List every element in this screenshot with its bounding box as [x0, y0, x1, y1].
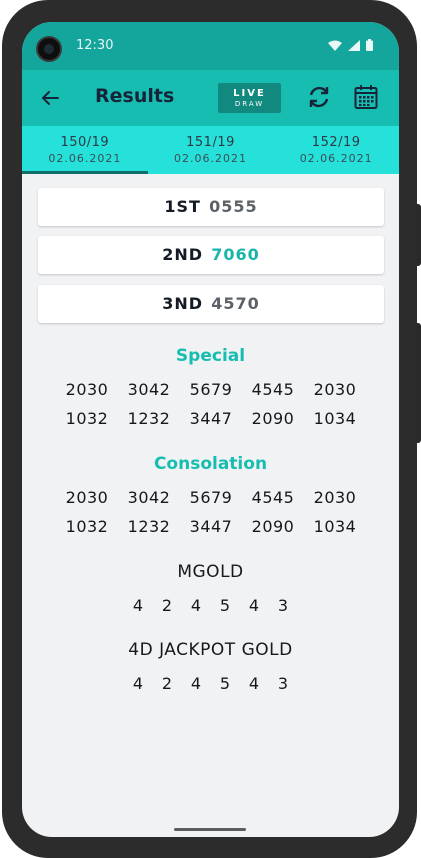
prize-card-second: 2ND 7060	[38, 236, 384, 274]
mgold-digits: 4 2 4 5 4 3	[22, 596, 399, 615]
consolation-number: 3042	[127, 488, 171, 507]
live-draw-button[interactable]: LIVE DRAW	[218, 83, 281, 113]
consolation-number: 1034	[313, 517, 357, 536]
prize-number: 7060	[211, 245, 260, 264]
battery-icon	[366, 39, 373, 51]
wifi-icon	[328, 40, 342, 51]
mgold-digit: 3	[277, 596, 289, 615]
mgold-digit: 4	[248, 596, 260, 615]
consolation-number: 5679	[189, 488, 233, 507]
tab-draw-date: 02.06.2021	[299, 152, 373, 165]
jackpot-digit: 4	[132, 674, 144, 693]
special-number: 2030	[65, 380, 109, 399]
jackpot-digit: 2	[161, 674, 173, 693]
phone-frame: 12:30 Results LIVE DRAW 150/19 02.06.202…	[2, 0, 417, 858]
consolation-number: 2030	[65, 488, 109, 507]
special-number: 5679	[189, 380, 233, 399]
prize-number: 0555	[209, 197, 258, 216]
tab-draw-2[interactable]: 151/19 02.06.2021	[148, 126, 274, 174]
refresh-icon[interactable]	[306, 84, 332, 110]
tab-draw-number: 150/19	[60, 135, 110, 150]
screen: 12:30 Results LIVE DRAW 150/19 02.06.202…	[22, 22, 399, 837]
special-number: 2030	[313, 380, 357, 399]
status-time: 12:30	[76, 38, 114, 53]
signal-icon	[348, 39, 360, 51]
tab-draw-date: 02.06.2021	[48, 152, 122, 165]
tab-draw-date: 02.06.2021	[174, 152, 247, 165]
home-indicator[interactable]	[174, 828, 246, 831]
page-title: Results	[95, 85, 175, 107]
jackpot-digit: 4	[190, 674, 202, 693]
consolation-title: Consolation	[153, 454, 268, 474]
consolation-number: 1232	[127, 517, 171, 536]
special-number: 1232	[127, 409, 171, 428]
jackpot-digit: 4	[248, 674, 260, 693]
prize-card-third: 3ND 4570	[38, 285, 384, 323]
draw-tabs: 150/19 02.06.2021 151/19 02.06.2021 152/…	[22, 126, 399, 174]
special-title: Special	[175, 346, 246, 366]
jackpot-digit: 5	[219, 674, 231, 693]
tab-draw-number: 151/19	[186, 135, 235, 150]
tab-draw-3[interactable]: 152/19 02.06.2021	[273, 126, 399, 174]
app-bar: Results LIVE DRAW	[22, 70, 399, 126]
consolation-numbers: 2030 3042 5679 4545 2030 1032 1232 3447 …	[56, 488, 366, 536]
jackpot-digits: 4 2 4 5 4 3	[22, 674, 399, 693]
consolation-number: 4545	[251, 488, 295, 507]
prize-number: 4570	[211, 294, 260, 313]
mgold-digit: 4	[190, 596, 202, 615]
prize-label: 3ND	[162, 294, 204, 313]
live-draw-sublabel: DRAW	[234, 100, 265, 108]
prize-label: 1ST	[164, 197, 201, 216]
consolation-number: 2090	[251, 517, 295, 536]
special-number: 3447	[189, 409, 233, 428]
back-arrow-icon[interactable]	[38, 86, 62, 110]
consolation-number: 3447	[189, 517, 233, 536]
special-number: 3042	[127, 380, 171, 399]
status-bar: 12:30	[22, 22, 399, 70]
consolation-number: 1032	[65, 517, 109, 536]
tab-draw-1[interactable]: 150/19 02.06.2021	[22, 126, 148, 174]
status-icons	[328, 39, 373, 51]
front-camera	[36, 36, 62, 62]
special-number: 1032	[65, 409, 109, 428]
special-number: 2090	[251, 409, 295, 428]
special-number: 1034	[313, 409, 357, 428]
mgold-digit: 4	[132, 596, 144, 615]
mgold-digit: 5	[219, 596, 231, 615]
tab-draw-number: 152/19	[311, 135, 361, 150]
special-numbers: 2030 3042 5679 4545 2030 1032 1232 3447 …	[56, 380, 366, 428]
consolation-number: 2030	[313, 488, 357, 507]
special-number: 4545	[251, 380, 295, 399]
jackpot-digit: 3	[277, 674, 289, 693]
jackpot-title: 4D JACKPOT GOLD	[128, 640, 293, 660]
live-draw-label: LIVE	[233, 88, 266, 99]
calendar-icon[interactable]	[354, 84, 378, 110]
mgold-digit: 2	[161, 596, 173, 615]
prize-label: 2ND	[162, 245, 204, 264]
mgold-title: MGOLD	[177, 562, 244, 582]
prize-card-first: 1ST 0555	[38, 188, 384, 226]
